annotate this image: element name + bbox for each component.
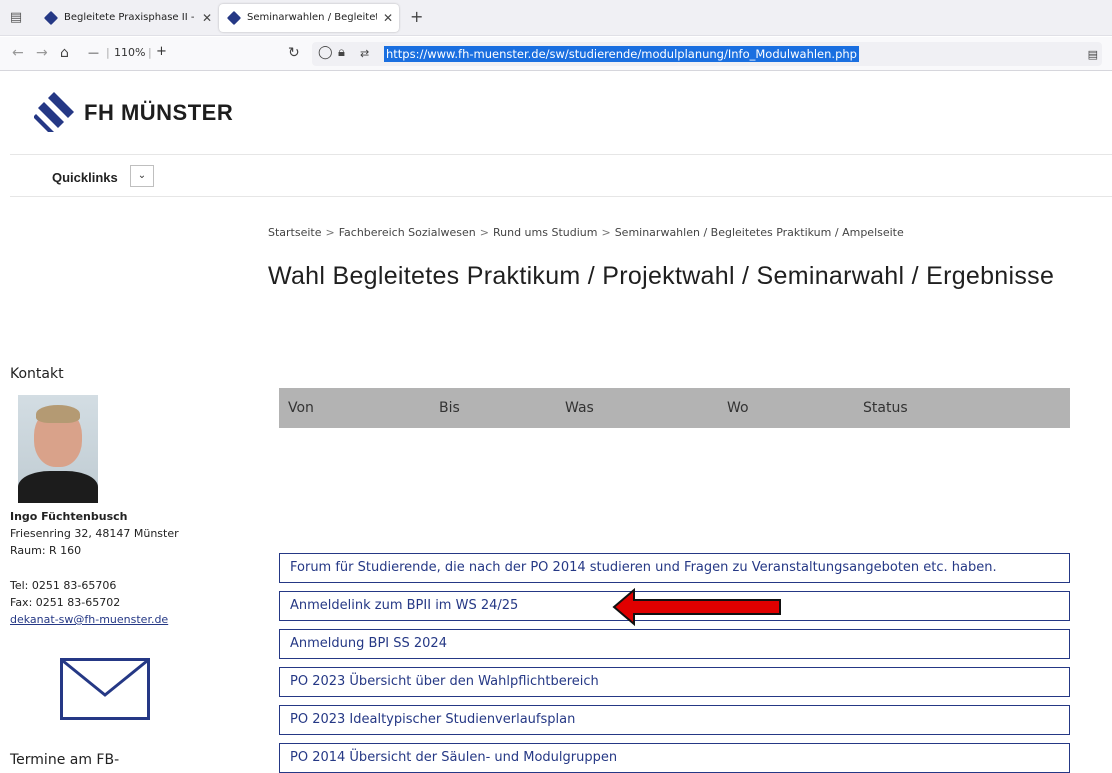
browser-tab-2[interactable]: Seminarwahlen / Begleitetes Pr ✕: [219, 4, 399, 32]
link-text[interactable]: Anmeldelink zum BPII im WS 24/25: [290, 598, 518, 613]
link-box-po2023-wahlpflicht[interactable]: PO 2023 Übersicht über den Wahlpflichtbe…: [279, 667, 1070, 697]
column-header: Wo: [727, 400, 749, 416]
back-icon[interactable]: ←: [12, 45, 24, 61]
zoom-in-button[interactable]: +: [156, 44, 167, 59]
breadcrumb-separator: >: [479, 226, 489, 239]
breadcrumb-separator: >: [601, 226, 611, 239]
lock-icon[interactable]: 🔒︎: [338, 45, 345, 60]
contact-address: Friesenring 32, 48147 Münster: [10, 527, 179, 540]
forward-icon[interactable]: →: [36, 45, 48, 61]
link-box-po2023-studienverlauf[interactable]: PO 2023 Idealtypischer Studienverlaufspl…: [279, 705, 1070, 735]
quicklinks-label[interactable]: Quicklinks: [52, 170, 118, 185]
breadcrumb: Startseite > Fachbereich Sozialwesen > Rund …: [268, 226, 904, 239]
column-header: Bis: [439, 400, 460, 416]
new-tab-icon[interactable]: +: [410, 7, 423, 26]
fh-favicon-icon: [43, 10, 59, 26]
link-text[interactable]: PO 2023 Idealtypischer Studienverlaufspl…: [290, 712, 575, 727]
browser-tab-1[interactable]: Begleitete Praxisphase II - Fachl ✕: [36, 4, 218, 32]
close-tab-icon[interactable]: ✕: [383, 4, 393, 32]
contact-fax: Fax: 0251 83-65702: [10, 596, 121, 609]
link-text[interactable]: Anmeldung BPI SS 2024: [290, 636, 447, 651]
breadcrumb-separator: >: [325, 226, 335, 239]
browser-nav-bar: ← → ⌂ — | 110% | + ↻ ◯ 🔒︎ ⇄ https://www.…: [0, 37, 1112, 71]
link-text[interactable]: Forum für Studierende, die nach der PO 2…: [290, 560, 997, 575]
brand-name[interactable]: FH MÜNSTER: [84, 100, 233, 126]
chevron-down-icon[interactable]: ⌄: [130, 165, 154, 187]
permissions-icon[interactable]: ⇄: [360, 47, 369, 60]
breadcrumb-link[interactable]: Rund ums Studium: [493, 226, 597, 239]
fh-logo-icon[interactable]: [34, 92, 74, 132]
link-text[interactable]: PO 2023 Übersicht über den Wahlpflichtbe…: [290, 674, 599, 689]
column-header: Von: [288, 400, 314, 416]
link-box-po2014-saeulen[interactable]: PO 2014 Übersicht der Säulen- und Modulg…: [279, 743, 1070, 773]
tab-title: Seminarwahlen / Begleitetes Pr: [247, 12, 377, 23]
header-divider: [10, 154, 1112, 155]
contact-name: Ingo Füchtenbusch: [10, 510, 128, 523]
breadcrumb-current: Seminarwahlen / Begleitetes Praktikum / …: [614, 226, 904, 239]
url-bar[interactable]: ◯ 🔒︎ ⇄ https://www.fh-muenster.de/sw/stu…: [312, 42, 1102, 66]
contact-photo: [18, 395, 98, 503]
dates-table-header: Von Bis Was Wo Status: [279, 388, 1070, 428]
termine-heading: Termine am FB-: [10, 752, 120, 768]
url-text[interactable]: https://www.fh-muenster.de/sw/studierend…: [384, 46, 859, 62]
link-box-forum[interactable]: Forum für Studierende, die nach der PO 2…: [279, 553, 1070, 583]
page-title: Wahl Begleitetes Praktikum / Projektwahl…: [268, 262, 1055, 290]
contact-tel: Tel: 0251 83-65706: [10, 579, 117, 592]
zoom-level[interactable]: 110%: [114, 46, 145, 59]
sidebar-toggle-icon[interactable]: ▤: [7, 9, 25, 27]
shield-icon[interactable]: ◯: [318, 45, 333, 60]
home-icon[interactable]: ⌂: [60, 45, 69, 61]
fh-favicon-icon: [226, 10, 242, 26]
zoom-out-button[interactable]: —: [88, 46, 99, 59]
browser-tab-bar: ▤ Begleitete Praxisphase II - Fachl ✕ Se…: [0, 0, 1112, 36]
breadcrumb-link[interactable]: Startseite: [268, 226, 322, 239]
zoom-divider: |: [148, 46, 152, 59]
zoom-divider: |: [106, 46, 110, 59]
close-tab-icon[interactable]: ✕: [202, 4, 212, 32]
breadcrumb-link[interactable]: Fachbereich Sozialwesen: [339, 226, 476, 239]
column-header: Status: [863, 400, 908, 416]
contact-email-link[interactable]: dekanat-sw@fh-muenster.de: [10, 613, 168, 626]
reload-icon[interactable]: ↻: [288, 45, 300, 61]
column-header: Was: [565, 400, 594, 416]
contact-heading: Kontakt: [10, 366, 64, 382]
nav-divider: [10, 196, 1112, 197]
contact-room: Raum: R 160: [10, 544, 82, 557]
link-box-anmeldung-bpi[interactable]: Anmeldung BPI SS 2024: [279, 629, 1070, 659]
tab-title: Begleitete Praxisphase II - Fachl: [64, 12, 196, 23]
web-page: FH MÜNSTER Quicklinks ⌄ Startseite > Fachb…: [0, 72, 1112, 773]
reader-view-icon[interactable]: ▤: [1088, 48, 1098, 61]
red-arrow-annotation: [612, 587, 781, 627]
mail-envelope-icon[interactable]: [60, 658, 150, 720]
